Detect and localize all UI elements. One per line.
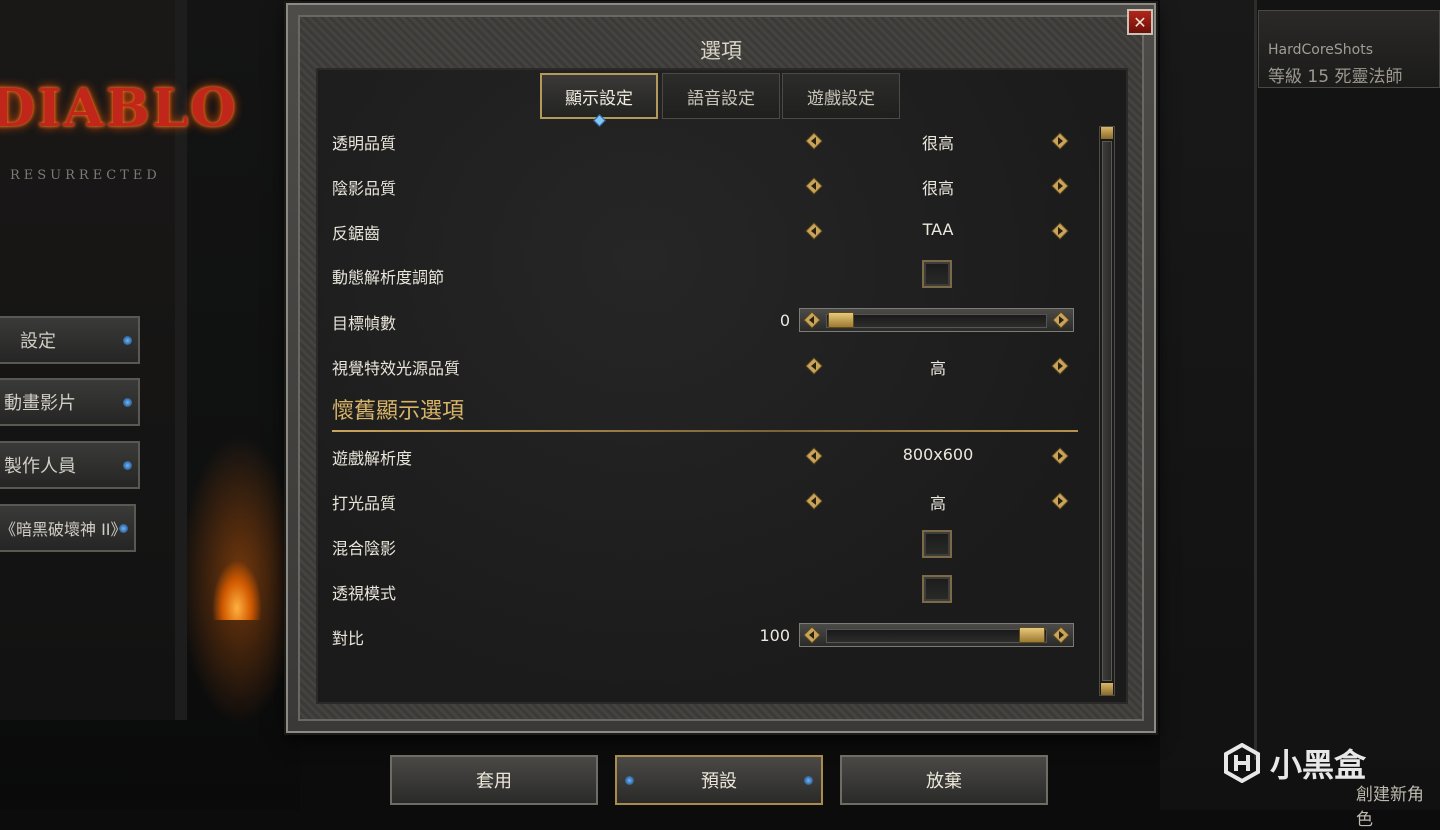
setting-value-shadow: 很高 <box>921 179 954 198</box>
setting-label-blended-shadows: 混合陰影 <box>332 539 397 558</box>
setting-label-contrast: 對比 <box>332 629 365 648</box>
apply-button[interactable]: 套用 <box>390 755 598 805</box>
slider-knob[interactable] <box>1019 627 1045 643</box>
close-button[interactable]: ✕ <box>1127 9 1153 35</box>
gem-icon <box>804 776 813 785</box>
scroll-up-icon[interactable] <box>1101 127 1113 139</box>
gem-icon <box>625 776 634 785</box>
arrow-left-icon[interactable] <box>804 176 824 196</box>
game-logo: DIABLO <box>0 78 238 139</box>
setting-label-shadow: 陰影品質 <box>332 179 397 198</box>
side-menu-cinematics[interactable]: 動畫影片 <box>0 378 140 426</box>
arrow-right-icon[interactable] <box>1050 491 1070 511</box>
slider-track <box>826 629 1047 643</box>
arrow-right-icon[interactable] <box>1050 356 1070 376</box>
side-menu-label: 製作人員 <box>4 456 76 477</box>
tab-label: 語音設定 <box>687 88 755 109</box>
watermark-logo-icon <box>1224 743 1260 783</box>
dialog-title: 選項 <box>700 39 742 63</box>
setting-label-target-fps: 目標幀數 <box>332 314 397 333</box>
perspective-checkbox[interactable] <box>922 575 952 603</box>
tab-audio-settings[interactable]: 語音設定 <box>662 73 780 119</box>
arrow-right-icon[interactable] <box>1050 446 1070 466</box>
cancel-label: 放棄 <box>926 771 962 792</box>
setting-value-antialias: TAA <box>922 220 954 239</box>
close-icon: ✕ <box>1133 12 1147 32</box>
contrast-value: 100 <box>759 626 790 645</box>
arrow-right-icon[interactable] <box>1050 176 1070 196</box>
watermark: 小黑盒 <box>1222 740 1366 786</box>
side-menu-settings[interactable]: 設定 <box>0 316 140 364</box>
side-menu-diablo2[interactable]: 《暗黑破壞神 II》 <box>0 504 136 552</box>
section-divider <box>332 430 1078 432</box>
side-menu-label: 設定 <box>20 331 56 352</box>
arrow-left-icon[interactable] <box>804 221 824 241</box>
setting-label-lighting: 打光品質 <box>332 494 397 513</box>
gem-icon <box>123 461 132 470</box>
slider-track <box>826 314 1047 328</box>
setting-label-antialias: 反鋸齒 <box>332 224 381 243</box>
setting-label-vfx-light: 視覺特效光源品質 <box>332 359 461 378</box>
side-menu-label: 《暗黑破壞神 II》 <box>0 520 127 539</box>
setting-value-vfx-light: 高 <box>929 359 946 378</box>
target-fps-value: 0 <box>779 311 790 330</box>
blended-shadows-checkbox[interactable] <box>922 530 952 558</box>
arrow-right-icon[interactable] <box>1051 310 1071 330</box>
arrow-left-icon[interactable] <box>804 131 824 151</box>
setting-value-lighting: 高 <box>929 494 946 513</box>
tab-label: 顯示設定 <box>565 88 633 109</box>
arrow-left-icon[interactable] <box>804 491 824 511</box>
tab-display-settings[interactable]: 顯示設定 <box>540 73 658 119</box>
options-scrollbar[interactable] <box>1099 126 1115 696</box>
character-name: HardCoreShots <box>1268 42 1374 58</box>
setting-label-transparency: 透明品質 <box>332 134 397 153</box>
apply-label: 套用 <box>476 771 512 792</box>
arrow-left-icon[interactable] <box>802 625 822 645</box>
default-label: 預設 <box>701 771 737 792</box>
arrow-right-icon[interactable] <box>1050 221 1070 241</box>
setting-label-perspective: 透視模式 <box>332 584 397 603</box>
default-button[interactable]: 預設 <box>615 755 823 805</box>
tab-game-settings[interactable]: 遊戲設定 <box>782 73 900 119</box>
setting-value-transparency: 很高 <box>921 134 954 153</box>
setting-value-resolution: 800x600 <box>902 445 974 464</box>
setting-label-resolution: 遊戲解析度 <box>332 449 413 468</box>
arrow-left-icon[interactable] <box>804 446 824 466</box>
character-panel <box>1254 0 1440 760</box>
character-level-class: 等級 15 死靈法師 <box>1268 67 1403 87</box>
arrow-left-icon[interactable] <box>804 356 824 376</box>
watermark-text: 小黑盒 <box>1270 746 1367 784</box>
background-fire <box>212 560 262 620</box>
scroll-down-icon[interactable] <box>1101 683 1113 695</box>
game-logo-subtitle: RESURRECTED <box>10 168 161 183</box>
scroll-thumb[interactable] <box>1102 141 1112 681</box>
setting-label-dynamic-resolution: 動態解析度調節 <box>332 268 445 287</box>
create-character-button[interactable]: 創建新角色 <box>1356 780 1440 830</box>
target-fps-slider[interactable] <box>799 308 1074 332</box>
options-content-panel <box>316 68 1128 704</box>
legacy-section-title: 懷舊顯示選項 <box>332 399 465 424</box>
gem-icon <box>123 336 132 345</box>
contrast-slider[interactable] <box>799 623 1074 647</box>
arrow-left-icon[interactable] <box>802 310 822 330</box>
arrow-right-icon[interactable] <box>1051 625 1071 645</box>
slider-knob[interactable] <box>828 312 854 328</box>
side-menu-label: 動畫影片 <box>4 393 76 414</box>
side-menu-credits[interactable]: 製作人員 <box>0 441 140 489</box>
cancel-button[interactable]: 放棄 <box>840 755 1048 805</box>
arrow-right-icon[interactable] <box>1050 131 1070 151</box>
dynamic-resolution-checkbox[interactable] <box>922 260 952 288</box>
tab-label: 遊戲設定 <box>807 88 875 109</box>
gem-icon <box>119 524 128 533</box>
gem-icon <box>123 398 132 407</box>
